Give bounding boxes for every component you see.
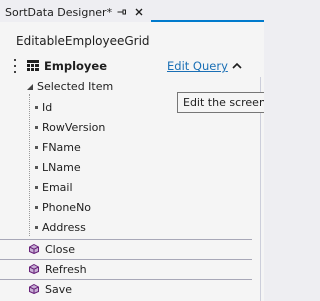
field-label: FName [42, 141, 81, 154]
field-item[interactable]: Id [35, 101, 52, 114]
bullet-icon [35, 106, 38, 109]
field-item[interactable]: LName [35, 161, 81, 174]
bullet-icon [35, 226, 38, 229]
pin-icon[interactable] [115, 4, 129, 20]
screen-name-label: EditableEmployeeGrid [16, 34, 150, 48]
bullet-icon [35, 146, 38, 149]
method-item-refresh[interactable]: Refresh [0, 259, 252, 278]
document-tab-strip: SortData Designer* [0, 0, 264, 22]
chevron-up-icon[interactable] [230, 59, 244, 73]
field-label: Address [42, 221, 86, 234]
method-label: Save [45, 283, 73, 296]
close-icon[interactable] [132, 4, 146, 20]
selected-item-label: Selected Item [37, 80, 114, 93]
expand-triangle-icon[interactable] [26, 83, 34, 91]
field-item[interactable]: Address [35, 221, 86, 234]
bullet-icon [35, 186, 38, 189]
field-label: RowVersion [42, 121, 106, 134]
method-icon [29, 264, 39, 274]
collection-label: Employee [44, 59, 108, 73]
designer-window: SortData Designer* EditableEmployeeGrid … [0, 0, 264, 301]
drag-grip-icon[interactable] [14, 59, 17, 73]
field-item[interactable]: FName [35, 141, 81, 154]
grid-collection-icon [27, 60, 39, 71]
field-item[interactable]: Email [35, 181, 73, 194]
edit-query-tooltip: Edit the screen [177, 92, 264, 113]
bullet-icon [35, 166, 38, 169]
field-item[interactable]: RowVersion [35, 121, 105, 134]
field-label: LName [42, 161, 81, 174]
right-gutter [252, 22, 264, 301]
method-item-close[interactable]: Close [0, 239, 252, 258]
method-item-save[interactable]: Save [0, 279, 252, 298]
method-label: Close [45, 243, 75, 256]
selected-item-node[interactable]: Selected Item [26, 80, 113, 93]
field-label: Id [42, 101, 53, 114]
method-label: Refresh [45, 263, 87, 276]
method-icon [29, 244, 39, 254]
field-label: PhoneNo [42, 201, 92, 214]
tree-guide-line [29, 94, 31, 236]
edit-query-link[interactable]: Edit Query [167, 59, 228, 73]
document-tab-title: SortData Designer* [5, 5, 113, 19]
bullet-icon [35, 206, 38, 209]
method-icon [29, 284, 39, 294]
collection-header[interactable]: Employee Edit Query [0, 56, 252, 76]
bullet-icon [35, 126, 38, 129]
document-tab[interactable]: SortData Designer* [0, 2, 151, 22]
field-label: Email [42, 181, 73, 194]
field-item[interactable]: PhoneNo [35, 201, 91, 214]
